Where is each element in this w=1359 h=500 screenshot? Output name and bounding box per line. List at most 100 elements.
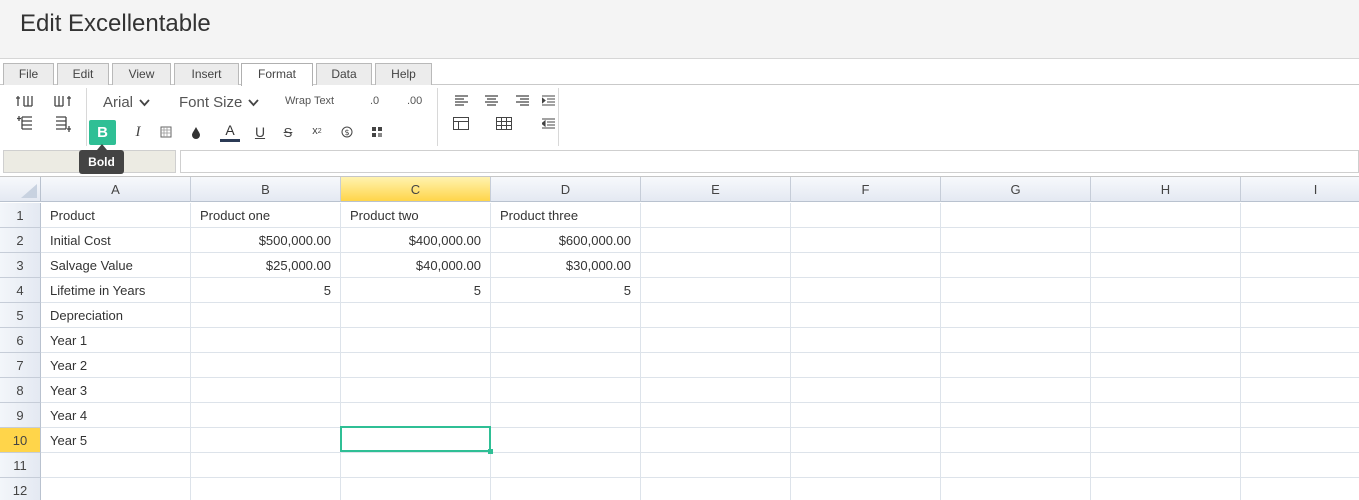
grid-cell[interactable] [941, 203, 1091, 228]
row-header[interactable]: 2 [0, 228, 41, 253]
grid-cell[interactable] [1091, 303, 1241, 328]
grid-cell[interactable] [491, 428, 641, 453]
grid-cell[interactable] [491, 328, 641, 353]
grid-cell[interactable] [491, 478, 641, 500]
font-family-select[interactable]: Arial [103, 94, 150, 111]
grid-cell[interactable] [191, 353, 341, 378]
insert-column-right-icon[interactable] [52, 92, 74, 110]
grid-cell[interactable] [1091, 478, 1241, 500]
row-header[interactable]: 7 [0, 353, 41, 378]
row-header[interactable]: 4 [0, 278, 41, 303]
grid-cell[interactable] [791, 478, 941, 500]
grid-cell[interactable] [941, 428, 1091, 453]
grid-cell[interactable] [1241, 378, 1359, 403]
grid-cell[interactable]: Product two [341, 203, 491, 228]
grid-cell[interactable]: $25,000.00 [191, 253, 341, 278]
grid-cell[interactable] [1091, 253, 1241, 278]
grid-cell[interactable] [791, 328, 941, 353]
grid-cell[interactable] [791, 203, 941, 228]
grid-cell[interactable] [341, 478, 491, 500]
tab-insert[interactable]: Insert [174, 63, 239, 85]
grid-cell[interactable]: Year 1 [41, 328, 191, 353]
row-header[interactable]: 6 [0, 328, 41, 353]
outdent-icon[interactable] [540, 116, 556, 130]
grid-cell[interactable]: Year 4 [41, 403, 191, 428]
grid-cell[interactable] [41, 453, 191, 478]
align-center-icon[interactable] [483, 93, 499, 107]
column-header-e[interactable]: E [641, 177, 791, 202]
grid-cell[interactable] [1241, 403, 1359, 428]
column-header-c[interactable]: C [341, 177, 491, 202]
grid-cell[interactable] [641, 378, 791, 403]
borders-icon[interactable] [452, 115, 470, 131]
grid-cell[interactable] [791, 278, 941, 303]
decrease-decimal-button[interactable]: .0 [370, 95, 379, 107]
grid-cell[interactable]: 5 [491, 278, 641, 303]
grid-cell[interactable] [1241, 278, 1359, 303]
align-left-icon[interactable] [453, 93, 469, 107]
grid-cell[interactable] [491, 378, 641, 403]
grid-cell[interactable] [791, 253, 941, 278]
grid-cell[interactable]: Lifetime in Years [41, 278, 191, 303]
tab-view[interactable]: View [112, 63, 171, 85]
italic-icon[interactable]: I [130, 123, 146, 141]
grid-cell[interactable]: Salvage Value [41, 253, 191, 278]
grid-cell[interactable] [1241, 328, 1359, 353]
grid-cell[interactable] [1091, 228, 1241, 253]
grid-cell[interactable] [1241, 453, 1359, 478]
row-header[interactable]: 11 [0, 453, 41, 478]
grid-cell[interactable] [941, 453, 1091, 478]
grid-cell[interactable]: $40,000.00 [341, 253, 491, 278]
grid-cell[interactable] [941, 303, 1091, 328]
grid-cell[interactable] [1091, 428, 1241, 453]
select-all-corner[interactable] [0, 177, 41, 202]
grid-cell[interactable] [791, 428, 941, 453]
insert-column-left-icon[interactable] [14, 92, 36, 110]
grid-cell[interactable]: $400,000.00 [341, 228, 491, 253]
bold-button[interactable]: B [89, 120, 116, 145]
grid-cell[interactable] [941, 378, 1091, 403]
row-header[interactable]: 9 [0, 403, 41, 428]
column-header-b[interactable]: B [191, 177, 341, 202]
grid-cell[interactable] [641, 203, 791, 228]
grid-cell[interactable] [641, 403, 791, 428]
column-header-d[interactable]: D [491, 177, 641, 202]
grid-cell[interactable] [491, 353, 641, 378]
grid-cell[interactable]: 5 [191, 278, 341, 303]
grid-cell[interactable] [1091, 378, 1241, 403]
tab-help[interactable]: Help [375, 63, 432, 85]
grid-cell[interactable] [1091, 453, 1241, 478]
grid-cell[interactable] [341, 378, 491, 403]
grid-cell[interactable] [791, 403, 941, 428]
grid-cell[interactable] [791, 353, 941, 378]
row-header[interactable]: 10 [0, 428, 41, 453]
grid-cell[interactable] [641, 428, 791, 453]
align-right-icon[interactable] [514, 93, 530, 107]
grid-cell[interactable]: Product three [491, 203, 641, 228]
grid-cell[interactable] [1241, 228, 1359, 253]
grid-cell[interactable] [941, 328, 1091, 353]
grid-cell[interactable]: Year 3 [41, 378, 191, 403]
grid-cell[interactable] [941, 353, 1091, 378]
grid-cell[interactable]: Depreciation [41, 303, 191, 328]
grid-cell[interactable] [641, 478, 791, 500]
grid-cell[interactable] [341, 353, 491, 378]
grid-cell[interactable] [791, 378, 941, 403]
grid-cell[interactable]: $500,000.00 [191, 228, 341, 253]
row-header[interactable]: 1 [0, 203, 41, 228]
grid-cell[interactable] [641, 253, 791, 278]
grid-cell[interactable] [941, 403, 1091, 428]
column-header-i[interactable]: I [1241, 177, 1359, 202]
row-header[interactable]: 12 [0, 478, 41, 500]
grid-cell[interactable] [491, 453, 641, 478]
grid-cell[interactable] [341, 403, 491, 428]
insert-row-below-icon[interactable] [52, 114, 74, 134]
tab-file[interactable]: File [3, 63, 54, 85]
merge-cells-icon[interactable] [495, 115, 513, 131]
underline-icon[interactable]: U [252, 122, 268, 142]
grid-cell[interactable] [1241, 353, 1359, 378]
grid-cell[interactable]: $600,000.00 [491, 228, 641, 253]
strikethrough-icon[interactable]: S [280, 123, 296, 141]
grid-cell[interactable]: $30,000.00 [491, 253, 641, 278]
grid-cell[interactable] [341, 303, 491, 328]
